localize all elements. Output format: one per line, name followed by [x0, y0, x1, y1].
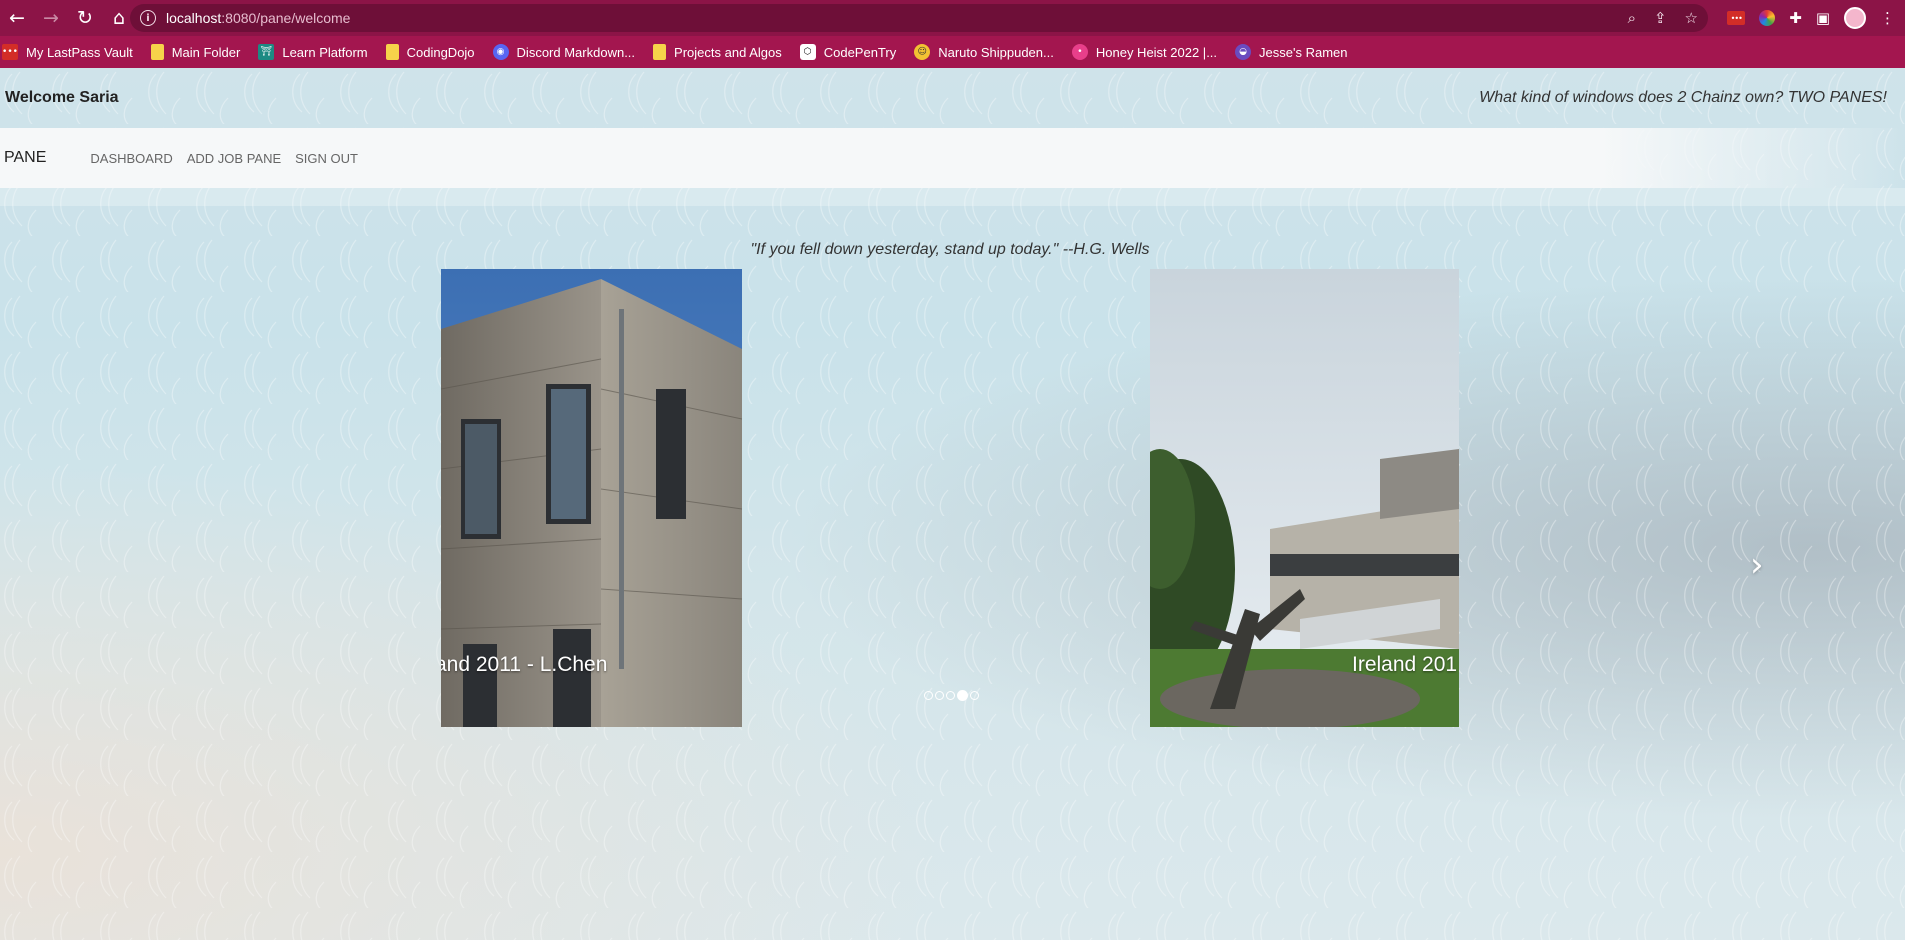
- lastpass-icon: •••: [2, 44, 18, 60]
- folder-icon: [150, 44, 164, 60]
- codepen-icon: ⬡: [799, 44, 816, 60]
- nav-link-add-job-pane[interactable]: ADD JOB PANE: [187, 151, 281, 166]
- back-icon[interactable]: ←: [0, 0, 34, 36]
- carousel-indicator-dot[interactable]: [946, 691, 955, 700]
- bookmark-codepentry[interactable]: ⬡ CodePenTry: [799, 44, 897, 60]
- slide-caption: and 2011 - L.Chen: [441, 653, 608, 676]
- bookmark-label: Naruto Shippuden...: [938, 44, 1054, 60]
- zoom-icon[interactable]: ⌕: [1628, 9, 1636, 27]
- carousel-indicators: [924, 690, 979, 701]
- bookmark-codingdojo[interactable]: CodingDojo: [385, 44, 475, 60]
- bookmark-lastpass[interactable]: ••• My LastPass Vault: [2, 44, 133, 60]
- share-icon[interactable]: ⇪: [1654, 9, 1667, 27]
- lastpass-extension-icon[interactable]: •••: [1727, 11, 1746, 25]
- reload-icon[interactable]: ↻: [68, 0, 102, 36]
- bookmark-honey-heist[interactable]: • Honey Heist 2022 |...: [1071, 44, 1218, 60]
- extensions-puzzle-icon[interactable]: ✚: [1789, 9, 1802, 27]
- bookmark-label: Projects and Algos: [674, 44, 782, 60]
- bookmark-label: CodingDojo: [406, 44, 475, 60]
- bookmark-main-folder[interactable]: Main Folder: [150, 44, 241, 60]
- bookmark-label: Discord Markdown...: [516, 44, 636, 60]
- bookmarks-bar: ••• My LastPass Vault Main Folder ⛩ Learn …: [0, 36, 1905, 68]
- carousel-slide-right[interactable]: Ireland 201: [1150, 269, 1459, 727]
- carousel-slide-left[interactable]: and 2011 - L.Chen: [441, 269, 742, 727]
- carousel-indicator-dot[interactable]: [935, 691, 944, 700]
- carousel-next-icon[interactable]: ›: [1750, 548, 1774, 582]
- slide-caption: Ireland 201: [1352, 653, 1458, 676]
- forward-icon[interactable]: →: [34, 0, 68, 36]
- ramen-icon: ◒: [1235, 44, 1252, 60]
- page-body: Welcome Saria What kind of windows does …: [0, 68, 1905, 940]
- bookmark-label: CodePenTry: [823, 44, 897, 60]
- welcome-title: Welcome Saria: [5, 89, 119, 106]
- bookmark-star-icon[interactable]: ☆: [1685, 9, 1698, 27]
- welcome-bar: Welcome Saria What kind of windows does …: [0, 68, 1905, 128]
- bookmark-discord-markdown[interactable]: ◉ Discord Markdown...: [492, 44, 636, 60]
- address-bar[interactable]: i localhost:8080/pane/welcome ⌕ ⇪ ☆: [130, 4, 1708, 32]
- discord-icon: ◉: [492, 44, 509, 60]
- bookmark-label: Honey Heist 2022 |...: [1095, 44, 1218, 60]
- bookmark-label: Main Folder: [171, 44, 241, 60]
- nav-link-dashboard[interactable]: DASHBOARD: [90, 151, 172, 166]
- main-navbar: PANE DASHBOARD ADD JOB PANE SIGN OUT: [0, 128, 1905, 188]
- quote-text: "If you fell down yesterday, stand up to…: [750, 241, 1150, 258]
- folder-icon: [385, 44, 399, 60]
- bookmark-projects-algos[interactable]: Projects and Algos: [653, 44, 782, 60]
- address-url[interactable]: localhost:8080/pane/welcome: [166, 10, 350, 26]
- naruto-icon: ☺: [914, 44, 931, 60]
- folder-icon: [653, 44, 667, 60]
- bookmark-learn-platform[interactable]: ⛩ Learn Platform: [258, 44, 368, 60]
- navbar-brand[interactable]: PANE: [4, 149, 46, 167]
- divider-band: [0, 188, 1905, 206]
- bookmark-jesses-ramen[interactable]: ◒ Jesse's Ramen: [1235, 44, 1348, 60]
- site-info-icon[interactable]: i: [140, 10, 156, 26]
- header-joke: What kind of windows does 2 Chainz own? …: [1479, 89, 1887, 106]
- carousel-indicator-dot[interactable]: [957, 690, 968, 701]
- bookmark-label: My LastPass Vault: [26, 44, 133, 60]
- bookmark-label: Learn Platform: [282, 44, 368, 60]
- side-panel-icon[interactable]: ▣: [1816, 9, 1830, 27]
- carousel-indicator-dot[interactable]: [924, 691, 933, 700]
- honey-heist-icon: •: [1071, 44, 1088, 60]
- browser-toolbar: ← → ↻ ⌂ i localhost:8080/pane/welcome ⌕ …: [0, 0, 1905, 36]
- bookmark-label: Jesse's Ramen: [1259, 44, 1348, 60]
- profile-avatar[interactable]: [1844, 7, 1866, 29]
- learn-platform-icon: ⛩: [258, 44, 275, 60]
- menu-kebab-icon[interactable]: ⋮: [1880, 9, 1895, 27]
- bookmark-naruto[interactable]: ☺ Naruto Shippuden...: [914, 44, 1054, 60]
- carousel-indicator-dot[interactable]: [970, 691, 979, 700]
- nav-link-sign-out[interactable]: SIGN OUT: [295, 151, 358, 166]
- color-picker-extension-icon[interactable]: [1759, 10, 1776, 26]
